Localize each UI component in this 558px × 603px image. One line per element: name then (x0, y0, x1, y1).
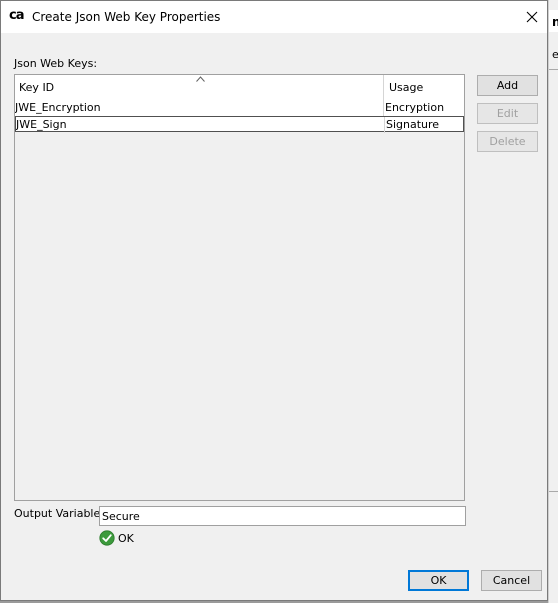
title-bar: ca Create Json Web Key Properties (1, 1, 547, 33)
table-row-selected[interactable]: JWE_Sign Signature (15, 116, 464, 133)
app-logo: ca (9, 8, 24, 23)
dialog: ca Create Json Web Key Properties Json W… (0, 0, 548, 601)
cancel-button[interactable]: Cancel (481, 570, 542, 591)
cell-key-id: JWE_Encryption (15, 100, 384, 116)
cell-key-id: JWE_Sign (16, 117, 385, 133)
delete-button[interactable]: Delete (477, 131, 538, 152)
background-window: n er (548, 0, 558, 603)
output-variable-label: Output Variable (14, 507, 101, 520)
check-icon (99, 530, 115, 546)
column-header-usage[interactable]: Usage (384, 75, 464, 100)
table-header: Key ID Usage (15, 75, 464, 101)
json-web-keys-label: Json Web Keys: (14, 57, 98, 70)
validation-status: OK (118, 532, 134, 545)
ok-button[interactable]: OK (408, 570, 469, 591)
sort-ascending-icon (196, 76, 205, 82)
column-header-key-id[interactable]: Key ID (15, 75, 384, 100)
window-title: Create Json Web Key Properties (32, 10, 221, 24)
cell-usage: Encryption (385, 101, 445, 114)
table-row[interactable]: JWE_Encryption Encryption (15, 100, 464, 116)
add-button[interactable]: Add (477, 75, 538, 96)
cell-usage: Signature (386, 118, 440, 131)
edit-button[interactable]: Edit (477, 103, 538, 124)
keys-table: Key ID Usage JWE_Encryption Encryption J… (14, 74, 465, 501)
close-icon[interactable] (517, 1, 547, 33)
output-variable-input[interactable] (99, 506, 466, 526)
